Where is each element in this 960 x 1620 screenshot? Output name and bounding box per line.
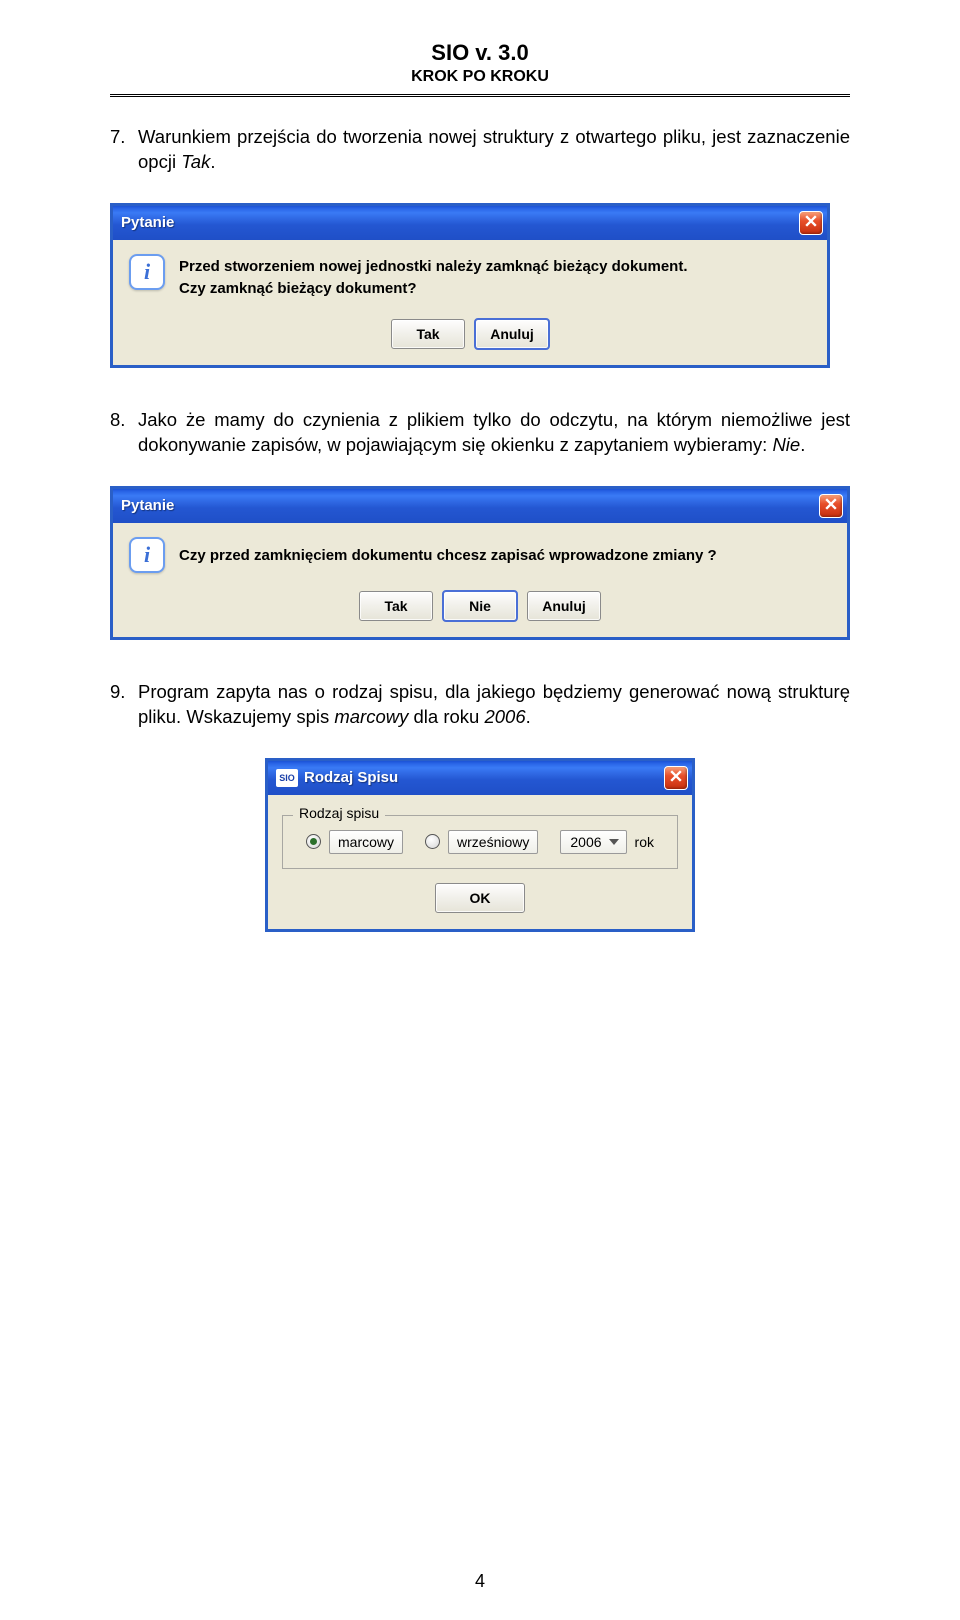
app-icon: SIO [276,769,298,787]
titlebar[interactable]: SIO Rodzaj Spisu [268,761,692,795]
dialog-pytanie-1: Pytanie i Przed stworzeniem nowej jednos… [110,203,830,368]
dialog-title: Pytanie [121,497,174,514]
fieldset-legend: Rodzaj spisu [293,805,385,821]
paragraph-7: 7. Warunkiem przejścia do tworzenia nowe… [110,125,850,175]
anuluj-button[interactable]: Anuluj [475,319,549,349]
dialog-body: i Czy przed zamknięciem dokumentu chcesz… [113,523,847,637]
page-subtitle: KROK PO KROKU [110,68,850,86]
close-icon [670,770,682,785]
info-icon: i [129,537,165,573]
para-body: Jako że mamy do czynienia z plikiem tylk… [138,408,850,458]
ok-button[interactable]: OK [435,883,525,913]
para-body: Program zapyta nas o rodzaj spisu, dla j… [138,680,850,730]
dialog-title: Rodzaj Spisu [304,769,398,786]
para-number: 7. [110,125,138,175]
close-button[interactable] [664,766,688,790]
para-body: Warunkiem przejścia do tworzenia nowej s… [138,125,850,175]
dialog-line-1: Przed stworzeniem nowej jednostki należy… [179,256,687,279]
nie-button[interactable]: Nie [443,591,517,621]
chevron-down-icon [609,839,619,845]
para-text-tail: . [210,151,215,172]
year-select[interactable]: 2006 [560,830,626,854]
dialog-rodzaj-spisu: SIO Rodzaj Spisu Rodzaj spisu marcowy wr… [265,758,695,932]
close-icon [805,215,817,230]
radio-marcowy[interactable] [306,834,321,849]
radio-label-wrzesniowy[interactable]: wrześniowy [448,830,538,854]
para-text-mid: dla roku [408,706,484,727]
tak-button[interactable]: Tak [391,319,465,349]
para-text: Jako że mamy do czynienia z plikiem tylk… [138,409,850,455]
para-number: 8. [110,408,138,458]
info-icon: i [129,254,165,290]
close-icon [825,498,837,513]
close-button[interactable] [799,211,823,235]
anuluj-button[interactable]: Anuluj [527,591,601,621]
dialog-line-1: Czy przed zamknięciem dokumentu chcesz z… [179,545,717,568]
titlebar[interactable]: Pytanie [113,206,827,240]
radio-label-marcowy[interactable]: marcowy [329,830,403,854]
para-text-tail: . [800,434,805,455]
close-button[interactable] [819,494,843,518]
para-text: Warunkiem przejścia do tworzenia nowej s… [138,126,850,172]
header-rule [110,94,850,97]
dialog-pytanie-2: Pytanie i Czy przed zamknięciem dokument… [110,486,850,640]
page-number: 4 [0,1571,960,1592]
para-italic-1: marcowy [334,706,408,727]
dialog-message: Czy przed zamknięciem dokumentu chcesz z… [179,543,717,568]
para-number: 9. [110,680,138,730]
year-value: 2006 [570,834,601,850]
para-italic-2: 2006 [484,706,525,727]
para-italic: Nie [772,434,800,455]
dialog-message: Przed stworzeniem nowej jednostki należy… [179,254,687,301]
fieldset-rodzaj-spisu: Rodzaj spisu marcowy wrześniowy 2006 rok [282,815,678,869]
dialog-body: Rodzaj spisu marcowy wrześniowy 2006 rok [268,795,692,929]
dialog-title: Pytanie [121,214,174,231]
paragraph-9: 9. Program zapyta nas o rodzaj spisu, dl… [110,680,850,730]
dialog-body: i Przed stworzeniem nowej jednostki nale… [113,240,827,365]
para-italic: Tak [181,151,210,172]
paragraph-8: 8. Jako że mamy do czynienia z plikiem t… [110,408,850,458]
radio-row: marcowy wrześniowy 2006 rok [295,830,665,854]
year-suffix: rok [635,834,654,850]
dialog-line-2: Czy zamknąć bieżący dokument? [179,278,687,301]
para-text-tail: . [526,706,531,727]
radio-wrzesniowy[interactable] [425,834,440,849]
titlebar[interactable]: Pytanie [113,489,847,523]
tak-button[interactable]: Tak [359,591,433,621]
page-title: SIO v. 3.0 [110,40,850,66]
